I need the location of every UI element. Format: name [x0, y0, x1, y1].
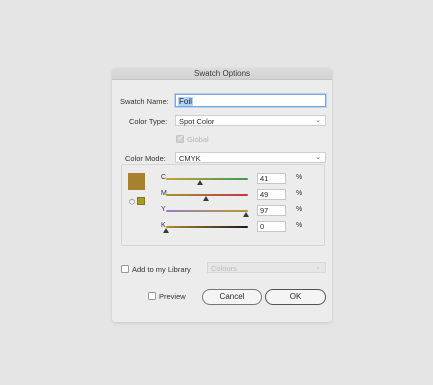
slider-k-unit: %	[296, 222, 303, 229]
gamut-swatch[interactable]	[137, 197, 145, 205]
slider-c-input[interactable]: 41	[257, 173, 286, 184]
color-mode-label: Color Mode:	[125, 154, 166, 163]
slider-y-unit: %	[296, 206, 303, 213]
slider-k-track[interactable]	[166, 226, 248, 228]
ok-button[interactable]: OK	[265, 289, 326, 305]
library-value: Colours	[211, 263, 237, 273]
slider-y-track[interactable]	[166, 210, 248, 212]
dialog-title: Swatch Options	[112, 68, 332, 80]
color-type-label: Color Type:	[129, 117, 168, 126]
swatch-name-value: Foil	[178, 96, 193, 106]
chevron-down-icon: ⌄	[315, 117, 321, 124]
color-type-value: Spot Color	[179, 116, 215, 126]
color-mode-value: CMYK	[179, 153, 201, 163]
slider-k-input[interactable]: 0	[257, 221, 286, 232]
slider-c-track[interactable]	[166, 178, 248, 180]
color-swatch-preview	[128, 173, 145, 190]
cube-icon[interactable]: ⬡	[129, 198, 135, 206]
color-sliders-panel: ⬡ C 41 % M 49 % Y 97 % K 0 %	[121, 164, 325, 246]
preview-checkbox[interactable]	[148, 292, 156, 300]
library-select[interactable]: Colours ⌄	[207, 262, 326, 273]
cancel-button[interactable]: Cancel	[202, 289, 262, 305]
slider-y-label: Y	[161, 206, 166, 213]
chevron-down-icon: ⌄	[315, 264, 321, 271]
color-mode-select[interactable]: CMYK ⌄	[175, 152, 326, 163]
global-label: Global	[187, 135, 209, 144]
preview-label: Preview	[159, 292, 186, 301]
global-checkbox[interactable]	[176, 134, 184, 143]
slider-y-thumb[interactable]	[242, 212, 249, 217]
chevron-down-icon: ⌄	[315, 154, 321, 161]
slider-y-input[interactable]: 97	[257, 205, 286, 216]
add-to-library-label: Add to my Library	[132, 265, 191, 274]
slider-c-unit: %	[296, 174, 303, 181]
color-type-select[interactable]: Spot Color ⌄	[175, 115, 326, 126]
swatch-name-input[interactable]: Foil	[175, 94, 326, 107]
slider-m-unit: %	[296, 190, 303, 197]
slider-m-thumb[interactable]	[203, 196, 210, 201]
add-to-library-checkbox[interactable]	[121, 265, 129, 273]
slider-m-input[interactable]: 49	[257, 189, 286, 200]
slider-c-thumb[interactable]	[196, 180, 203, 185]
slider-k-thumb[interactable]	[163, 228, 169, 233]
swatch-options-dialog: Swatch Options Swatch Name: Foil Color T…	[112, 68, 332, 322]
swatch-name-label: Swatch Name:	[120, 97, 169, 106]
